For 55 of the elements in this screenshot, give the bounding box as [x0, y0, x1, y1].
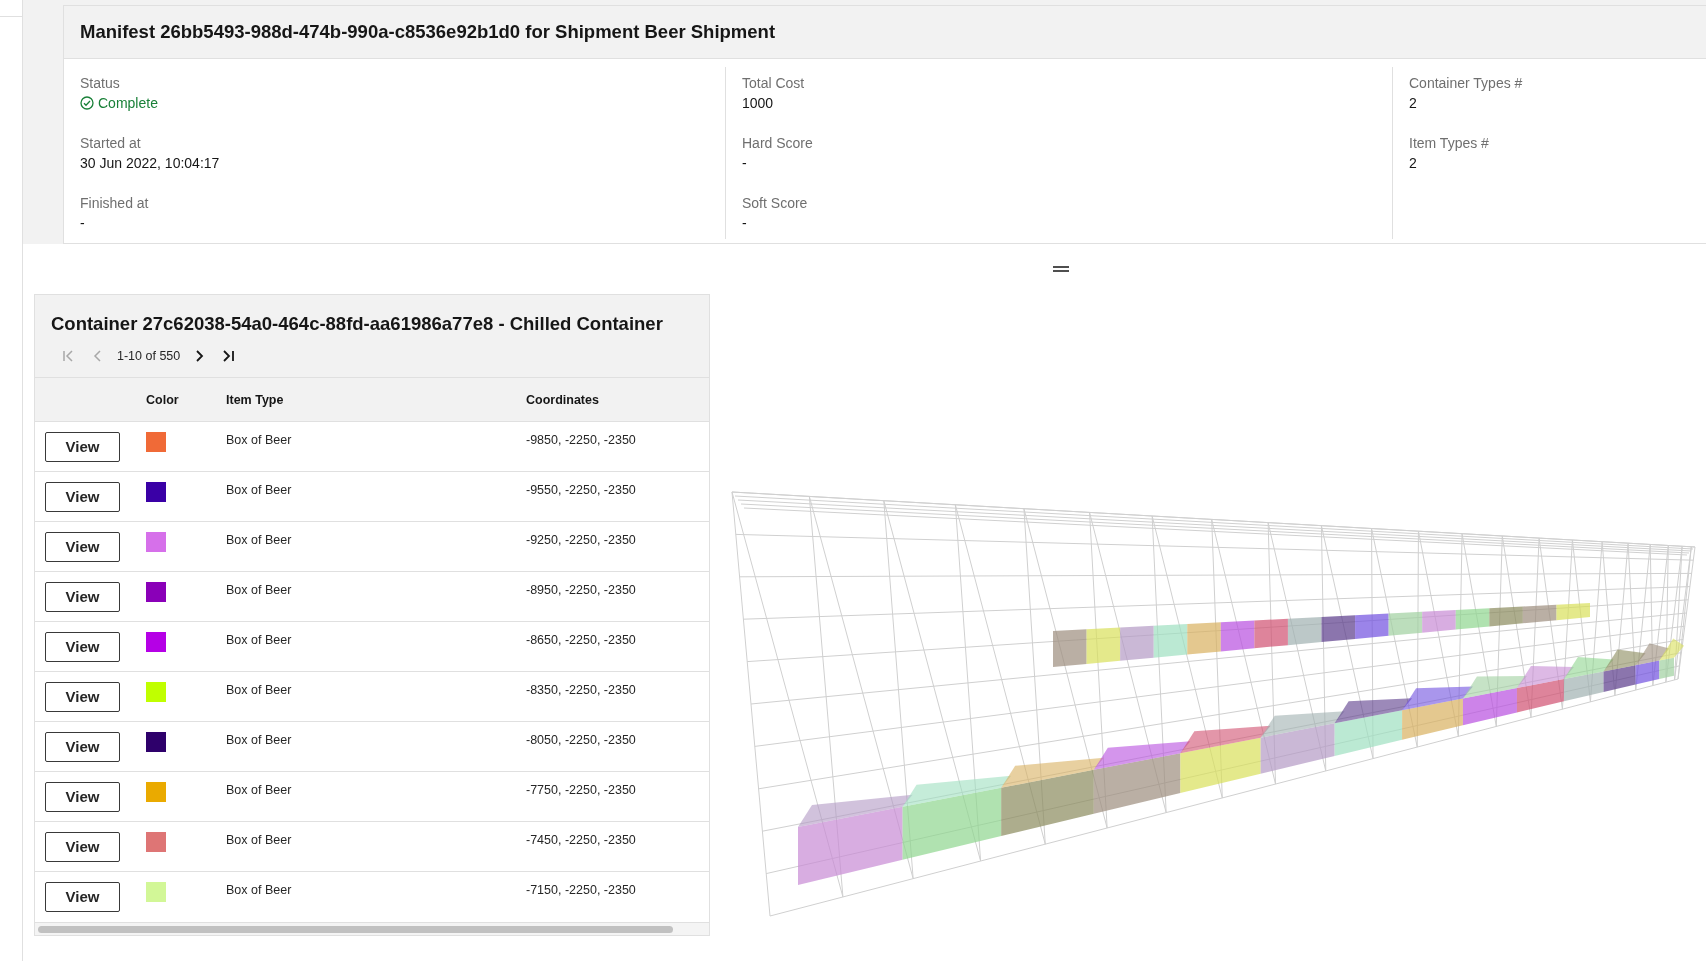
manifest-title: Manifest 26bb5493-988d-474b-990a-c8536e92b1d0 for Shipment Beer Shipment	[80, 21, 776, 43]
column-header: Coordinates	[516, 377, 709, 422]
field-value: -	[742, 215, 748, 231]
table-cell: -9850, -2250, -2350	[516, 421, 709, 472]
view-button[interactable]: View	[45, 681, 120, 712]
table-cell: Box of Beer	[216, 421, 516, 472]
table-cell: -7450, -2250, -2350	[516, 821, 709, 872]
view-button[interactable]: View	[45, 631, 120, 662]
field-label: Total Cost	[742, 75, 806, 91]
field-value: 2	[1409, 155, 1418, 171]
field-value: -	[80, 215, 86, 231]
table-cell: Box of Beer	[216, 871, 516, 922]
table-cell: Box of Beer	[216, 771, 516, 822]
table-cell: -9550, -2250, -2350	[516, 471, 709, 522]
view-button[interactable]: View	[45, 781, 120, 812]
table-cell: Box of Beer	[216, 721, 516, 772]
field-label: Item Types #	[1409, 135, 1490, 151]
view-button[interactable]: View	[45, 431, 120, 462]
table-cell: -9250, -2250, -2350	[516, 521, 709, 572]
table-cell: Box of Beer	[216, 571, 516, 622]
drag-handle-icon[interactable]	[1053, 266, 1069, 272]
field-label: Container Types #	[1409, 75, 1524, 91]
field-value: 30 Jun 2022, 10:04:17	[80, 155, 221, 171]
view-button[interactable]: View	[45, 581, 120, 612]
column-header: Color	[136, 377, 216, 422]
page-range: 1-10 of 550	[117, 349, 181, 363]
field-value: -	[742, 155, 748, 171]
first-page-icon	[60, 348, 76, 364]
field-value: 1000	[742, 95, 775, 111]
table-cell: -8950, -2250, -2350	[516, 571, 709, 622]
field-label: Started at	[80, 135, 142, 151]
table-cell: Box of Beer	[216, 621, 516, 672]
table-cell: -7150, -2250, -2350	[516, 871, 709, 922]
table-cell: Box of Beer	[216, 471, 516, 522]
table-cell: -7750, -2250, -2350	[516, 771, 709, 822]
view-button[interactable]: View	[45, 831, 120, 862]
field-label: Status	[80, 75, 121, 91]
field-value: Complete	[98, 95, 158, 111]
table-cell: Box of Beer	[216, 521, 516, 572]
field-label: Finished at	[80, 195, 150, 211]
view-button[interactable]: View	[45, 531, 120, 562]
view-button[interactable]: View	[45, 881, 120, 912]
field-label: Hard Score	[742, 135, 814, 151]
check-circle-icon	[80, 96, 94, 110]
table-cell: -8650, -2250, -2350	[516, 621, 709, 672]
view-button[interactable]: View	[45, 731, 120, 762]
table-cell: Box of Beer	[216, 671, 516, 722]
field-value: 2	[1409, 95, 1418, 111]
table-cell: -8350, -2250, -2350	[516, 671, 709, 722]
column-header: Item Type	[216, 377, 516, 422]
container-title: Container 27c62038-54a0-464c-88fd-aa61986a77e8 - Chilled Container	[51, 313, 664, 335]
view-button[interactable]: View	[45, 481, 120, 512]
table-cell: -8050, -2250, -2350	[516, 721, 709, 772]
field-label: Soft Score	[742, 195, 809, 211]
table-cell: Box of Beer	[216, 821, 516, 872]
